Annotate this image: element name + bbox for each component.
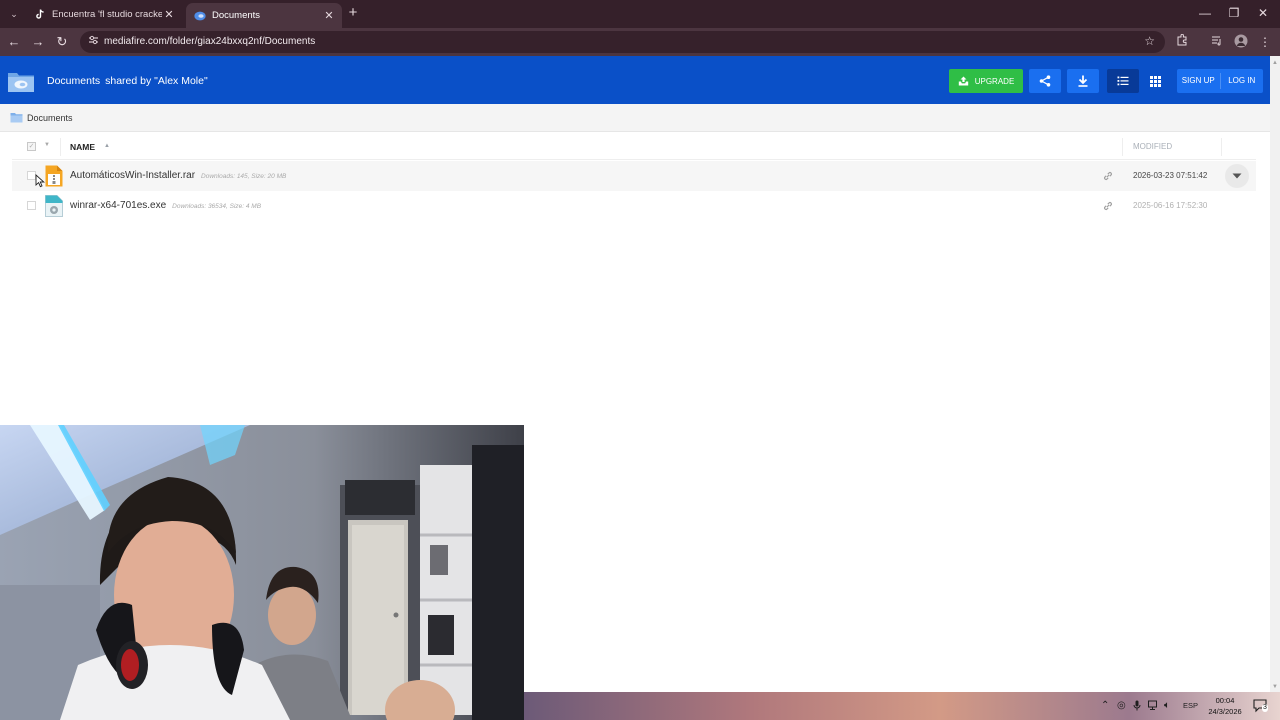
executable-file-icon — [45, 195, 63, 217]
auth-buttons: SIGN UP LOG IN — [1177, 69, 1263, 93]
file-options-button[interactable] — [1225, 164, 1249, 188]
share-icon — [1039, 75, 1051, 87]
file-meta: Downloads: 36534, Size: 4 MB — [172, 203, 262, 210]
site-settings-icon[interactable] — [86, 35, 100, 49]
selection-menu-icon[interactable]: ▼ — [44, 142, 50, 148]
show-hidden-icons-icon[interactable]: ⌃ — [1101, 700, 1109, 712]
webcam-scene-image — [0, 425, 524, 720]
column-header-modified[interactable]: MODIFIED — [1133, 142, 1172, 151]
browser-menu-icon[interactable]: ⋮ — [1257, 34, 1273, 50]
browser-toolbar: ← → ↻ mediafire.com/folder/giax24bxxq2nf… — [0, 28, 1280, 56]
microphone-icon[interactable] — [1133, 700, 1141, 715]
back-arrow-icon[interactable]: ← — [6, 34, 22, 50]
profile-avatar-icon[interactable] — [1233, 34, 1249, 50]
upgrade-button[interactable]: UPGRADE — [949, 69, 1023, 93]
grid-view-button[interactable] — [1139, 69, 1171, 93]
file-row[interactable]: AutomáticosWin-Installer.rar Downloads: 1… — [12, 161, 1256, 191]
list-view-icon — [1117, 76, 1129, 86]
file-name-text[interactable]: winrar-x64-701es.exe — [70, 200, 166, 211]
url-text: mediafire.com/folder/giax24bxxq2nf/Docum… — [104, 36, 316, 47]
close-tab-icon[interactable]: ✕ — [322, 9, 336, 22]
tab-title: Documents — [212, 10, 261, 21]
webcam-app-icon[interactable]: ◎ — [1117, 700, 1126, 712]
upgrade-icon — [958, 76, 968, 86]
file-meta: Downloads: 145, Size: 20 MB — [201, 173, 287, 180]
file-list-header: ✓ ▼ NAME ▲ MODIFIED — [12, 134, 1256, 160]
tiktok-favicon-icon — [34, 8, 46, 20]
breadcrumb-folder-icon — [10, 113, 23, 123]
chevron-down-icon — [1232, 173, 1242, 179]
shared-by-text: shared by "Alex Mole" — [105, 75, 208, 87]
close-tab-icon[interactable]: ✕ — [162, 8, 176, 21]
new-tab-button[interactable]: + — [345, 5, 361, 21]
restore-window-button[interactable]: ❐ — [1219, 4, 1249, 22]
network-icon[interactable] — [1148, 700, 1159, 714]
reload-icon[interactable]: ↻ — [54, 34, 70, 50]
file-modified-date: 2025-06-16 17:52:30 — [1133, 201, 1208, 210]
screen: ⌄ Encuentra 'fl studio crackedo' e ✕ Doc… — [0, 0, 1280, 720]
column-divider — [1122, 138, 1123, 156]
file-name[interactable]: AutomáticosWin-Installer.rar Downloads: 1… — [70, 170, 286, 181]
mediafire-header: Documents shared by "Alex Mole" UPGRADE S… — [0, 56, 1270, 104]
close-window-button[interactable]: ✕ — [1248, 4, 1278, 22]
sort-ascending-icon[interactable]: ▲ — [104, 143, 110, 149]
sign-up-button[interactable]: SIGN UP — [1177, 69, 1220, 93]
column-divider — [1221, 138, 1222, 156]
list-view-button[interactable] — [1107, 69, 1139, 93]
share-button[interactable] — [1029, 69, 1061, 93]
copy-link-icon[interactable] — [1102, 170, 1114, 182]
archive-file-icon — [45, 165, 63, 187]
tab-documents[interactable]: Documents ✕ — [186, 3, 342, 28]
breadcrumb-item-documents[interactable]: Documents — [27, 113, 73, 123]
select-all-checkbox[interactable]: ✓ — [27, 142, 36, 151]
upgrade-label: UPGRADE — [974, 76, 1015, 86]
scroll-up-arrow-icon[interactable]: ▲ — [1272, 60, 1278, 66]
clock-date: 24/3/2026 — [1208, 707, 1242, 716]
tab-search-button[interactable]: ⌄ — [6, 6, 22, 22]
folder-icon — [8, 73, 34, 92]
column-header-name[interactable]: NAME — [70, 142, 95, 152]
notification-center-button[interactable]: 3 — [1253, 699, 1269, 713]
extensions-icon[interactable] — [1174, 33, 1190, 50]
row-checkbox[interactable] — [27, 201, 36, 210]
system-clock[interactable]: 00:04 24/3/2026 — [1200, 695, 1250, 717]
file-row[interactable]: winrar-x64-701es.exe Downloads: 36534, Si… — [12, 191, 1256, 221]
address-bar[interactable]: mediafire.com/folder/giax24bxxq2nf/Docum… — [80, 31, 1165, 53]
scroll-down-arrow-icon[interactable]: ▼ — [1272, 684, 1278, 690]
folder-name: Documents — [47, 75, 101, 87]
notification-count: 3 — [1262, 704, 1268, 712]
webcam-video-overlay — [0, 425, 524, 720]
bookmark-star-icon[interactable]: ☆ — [1144, 34, 1155, 48]
column-divider — [60, 138, 61, 156]
log-in-button[interactable]: LOG IN — [1221, 69, 1264, 93]
forward-arrow-icon[interactable]: → — [30, 34, 46, 50]
windows-taskbar: ⌃ ◎ 🔈︎ ESP 00:04 24/3/2026 3 — [524, 692, 1280, 720]
mediafire-favicon-icon — [194, 10, 206, 22]
download-icon — [1078, 75, 1088, 87]
tab-tiktok-search[interactable]: Encuentra 'fl studio crackedo' e ✕ — [26, 3, 182, 25]
volume-icon[interactable]: 🔈︎ — [1164, 700, 1170, 712]
copy-link-icon[interactable] — [1102, 200, 1114, 212]
page-scrollbar[interactable]: ▲ ▼ — [1270, 56, 1280, 692]
tab-title: Encuentra 'fl studio crackedo' e — [52, 8, 162, 20]
breadcrumb: Documents — [0, 104, 1270, 132]
media-controls-icon[interactable] — [1209, 34, 1225, 50]
mouse-cursor-icon — [35, 174, 45, 188]
file-name[interactable]: winrar-x64-701es.exe Downloads: 36534, Si… — [70, 200, 261, 211]
download-button[interactable] — [1067, 69, 1099, 93]
input-language-indicator[interactable]: ESP — [1183, 701, 1198, 710]
clock-time: 00:04 — [1215, 696, 1235, 705]
folder-title: Documents shared by "Alex Mole" — [47, 75, 208, 87]
minimize-window-button[interactable]: — — [1190, 4, 1220, 22]
file-name-text[interactable]: AutomáticosWin-Installer.rar — [70, 170, 195, 181]
file-modified-date: 2026-03-23 07:51:42 — [1133, 171, 1208, 180]
grid-view-icon — [1149, 75, 1161, 87]
browser-tab-strip: ⌄ Encuentra 'fl studio crackedo' e ✕ Doc… — [0, 0, 1280, 28]
